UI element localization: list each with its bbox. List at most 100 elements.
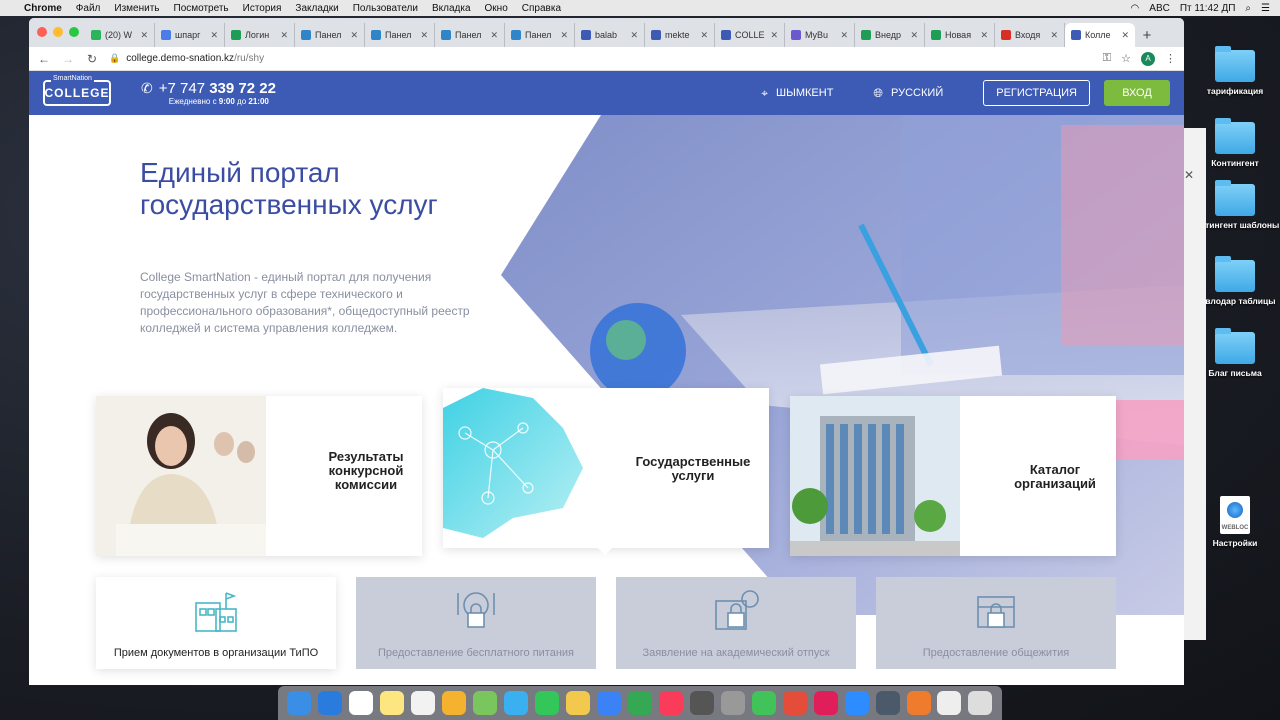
browser-tab[interactable]: mekte ✕ bbox=[645, 23, 715, 47]
browser-tab[interactable]: Колле ✕ bbox=[1065, 23, 1135, 47]
chrome-icon[interactable] bbox=[782, 691, 807, 715]
tab-close-icon[interactable]: ✕ bbox=[210, 30, 218, 41]
browser-tab[interactable]: (20) W ✕ bbox=[85, 23, 155, 47]
card-state-services[interactable]: Государственные услуги bbox=[443, 388, 769, 555]
menu-edit[interactable]: Изменить bbox=[114, 3, 159, 14]
background-window[interactable]: ✕ bbox=[1184, 128, 1206, 640]
search-icon[interactable]: ⌕ bbox=[1245, 3, 1251, 14]
service-tipo-documents[interactable]: Прием документов в организации ТиПО bbox=[96, 577, 336, 669]
desktop-item-label: тарификация bbox=[1206, 86, 1264, 96]
app-icon[interactable] bbox=[906, 691, 931, 715]
notes-icon[interactable] bbox=[380, 691, 405, 715]
close-icon[interactable]: ✕ bbox=[1184, 168, 1194, 182]
service-dormitory[interactable]: Предоставление общежития bbox=[876, 577, 1116, 669]
keynote-icon[interactable] bbox=[597, 691, 621, 715]
menubar-clock[interactable]: Пт 11:42 ДП bbox=[1180, 3, 1236, 14]
browser-tab[interactable]: MyBu ✕ bbox=[785, 23, 855, 47]
reload-icon[interactable]: ↻ bbox=[85, 52, 99, 66]
finder-icon[interactable] bbox=[287, 691, 312, 715]
menu-list-icon[interactable]: ☰ bbox=[1261, 3, 1270, 14]
browser-tab[interactable]: Входя ✕ bbox=[995, 23, 1065, 47]
photos-icon[interactable] bbox=[442, 691, 467, 715]
browser-tab[interactable]: Новая ✕ bbox=[925, 23, 995, 47]
numbers-icon[interactable] bbox=[627, 691, 652, 715]
tab-close-icon[interactable]: ✕ bbox=[910, 30, 918, 41]
messages-icon[interactable] bbox=[504, 691, 529, 715]
menu-history[interactable]: История bbox=[243, 3, 282, 14]
menu-view[interactable]: Посмотреть bbox=[174, 3, 229, 14]
browser-tab[interactable]: Панел ✕ bbox=[505, 23, 575, 47]
tab-close-icon[interactable]: ✕ bbox=[770, 30, 778, 41]
tab-close-icon[interactable]: ✕ bbox=[700, 30, 708, 41]
menu-file[interactable]: Файл bbox=[76, 3, 101, 14]
menu-help[interactable]: Справка bbox=[522, 3, 561, 14]
more-menu-icon[interactable]: ⋮ bbox=[1165, 52, 1176, 65]
browser-tab[interactable]: balab ✕ bbox=[575, 23, 645, 47]
tab-close-icon[interactable]: ✕ bbox=[140, 30, 148, 41]
zoom-icon[interactable] bbox=[844, 691, 869, 715]
key-icon[interactable]: ⚿ bbox=[1103, 52, 1111, 65]
browser-tab[interactable]: Панел ✕ bbox=[295, 23, 365, 47]
menu-window[interactable]: Окно bbox=[485, 3, 508, 14]
desktop-folder-tarif[interactable]: тарификация bbox=[1190, 46, 1280, 96]
app-icon[interactable] bbox=[875, 691, 900, 715]
tab-close-icon[interactable]: ✕ bbox=[490, 30, 498, 41]
music-icon[interactable] bbox=[658, 691, 683, 715]
language-selector[interactable]: 🌐︎ РУССКИЙ bbox=[873, 86, 943, 101]
login-button[interactable]: ВХОД bbox=[1104, 80, 1170, 106]
menu-users[interactable]: Пользователи bbox=[353, 3, 418, 14]
profile-avatar[interactable]: A bbox=[1141, 51, 1155, 66]
bookmark-star-icon[interactable]: ☆ bbox=[1121, 52, 1131, 65]
document-icon[interactable] bbox=[937, 691, 962, 715]
reminders-icon[interactable] bbox=[411, 691, 436, 715]
menu-bookmarks[interactable]: Закладки bbox=[295, 3, 338, 14]
tab-close-icon[interactable]: ✕ bbox=[350, 30, 358, 41]
city-label: ШЫМКЕНТ bbox=[776, 87, 834, 99]
close-window-button[interactable] bbox=[37, 27, 47, 37]
lock-icon[interactable]: 🔒 bbox=[109, 53, 120, 64]
card-competition-results[interactable]: Результаты конкурсной комиссии bbox=[96, 396, 422, 556]
minimize-window-button[interactable] bbox=[53, 27, 63, 37]
input-method[interactable]: ABC bbox=[1149, 3, 1170, 14]
tab-close-icon[interactable]: ✕ bbox=[840, 30, 848, 41]
service-academic-leave[interactable]: Заявление на академический отпуск bbox=[616, 577, 856, 669]
service-free-meals[interactable]: Предоставление бесплатного питания bbox=[356, 577, 596, 669]
city-selector[interactable]: ⌖ ШЫМКЕНТ bbox=[761, 86, 833, 101]
address-bar[interactable]: 🔒 college.demo-snation.kz/ru/shy bbox=[109, 49, 1093, 69]
tab-close-icon[interactable]: ✕ bbox=[280, 30, 288, 41]
trash-icon[interactable] bbox=[968, 691, 993, 715]
tab-close-icon[interactable]: ✕ bbox=[630, 30, 638, 41]
system-preferences-icon[interactable] bbox=[689, 691, 714, 715]
card-organization-catalog[interactable]: Каталог организаций bbox=[790, 396, 1116, 556]
contact-phone[interactable]: ✆ +7 747 339 72 22 Ежедневно с 9:00 до 2… bbox=[141, 80, 276, 106]
menubar-app-name[interactable]: Chrome bbox=[24, 3, 62, 14]
tab-close-icon[interactable]: ✕ bbox=[420, 30, 428, 41]
calendar-icon[interactable] bbox=[349, 691, 374, 715]
safari-icon[interactable] bbox=[318, 691, 343, 715]
building-photo bbox=[790, 396, 960, 556]
tab-close-icon[interactable]: ✕ bbox=[980, 30, 988, 41]
facetime-icon[interactable] bbox=[535, 691, 560, 715]
zoom-window-button[interactable] bbox=[69, 27, 79, 37]
browser-tab[interactable]: Внедр ✕ bbox=[855, 23, 925, 47]
browser-tab[interactable]: шпарг ✕ bbox=[155, 23, 225, 47]
whatsapp-icon[interactable] bbox=[751, 691, 776, 715]
forward-icon[interactable]: → bbox=[61, 52, 75, 66]
new-tab-button[interactable]: + bbox=[1135, 23, 1159, 47]
browser-tab[interactable]: Панел ✕ bbox=[435, 23, 505, 47]
tab-close-icon[interactable]: ✕ bbox=[1050, 30, 1058, 41]
register-button[interactable]: РЕГИСТРАЦИЯ bbox=[983, 80, 1090, 106]
keychain-icon[interactable] bbox=[720, 691, 745, 715]
tab-close-icon[interactable]: ✕ bbox=[560, 30, 568, 41]
menu-tab[interactable]: Вкладка bbox=[432, 3, 471, 14]
browser-tab[interactable]: COLLE ✕ bbox=[715, 23, 785, 47]
maps-icon[interactable] bbox=[473, 691, 498, 715]
tab-close-icon[interactable]: ✕ bbox=[1121, 30, 1129, 41]
slack-icon[interactable] bbox=[813, 691, 838, 715]
back-icon[interactable]: ← bbox=[37, 52, 51, 66]
browser-tab[interactable]: Панел ✕ bbox=[365, 23, 435, 47]
site-logo[interactable]: SmartNation COLLEGE bbox=[43, 75, 111, 106]
pages-icon[interactable] bbox=[566, 691, 591, 715]
browser-tab[interactable]: Логин ✕ bbox=[225, 23, 295, 47]
wifi-icon[interactable]: ◠ bbox=[1131, 3, 1140, 14]
